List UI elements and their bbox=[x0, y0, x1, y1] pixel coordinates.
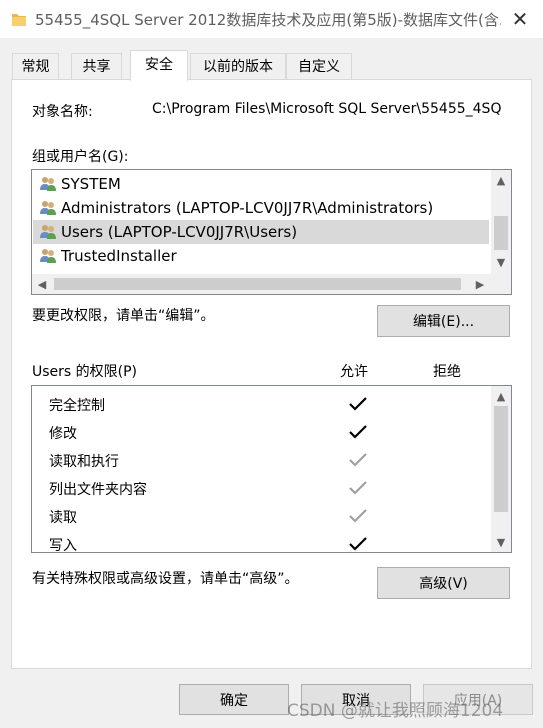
permission-row: 列出文件夹内容 bbox=[32, 474, 490, 502]
allow-column-header: 允许 bbox=[340, 364, 368, 380]
edit-button[interactable]: 编辑(E)... bbox=[377, 305, 510, 337]
scroll-up-icon[interactable]: ▲ bbox=[491, 170, 511, 190]
user-group-icon bbox=[40, 177, 56, 191]
list-item-selected[interactable]: Users (LAPTOP-LCV0JJ7R\Users) bbox=[33, 220, 489, 244]
list-item[interactable]: Administrators (LAPTOP-LCV0JJ7R\Administ… bbox=[33, 196, 489, 220]
object-name-label: 对象名称: bbox=[32, 104, 93, 120]
check-icon bbox=[349, 453, 367, 467]
scroll-right-icon[interactable]: ▶ bbox=[470, 274, 490, 294]
user-group-icon bbox=[40, 225, 56, 239]
check-icon bbox=[349, 481, 367, 495]
scroll-down-icon[interactable]: ▼ bbox=[491, 532, 511, 552]
window-title: 55455_4SQL Server 2012数据库技术及应用(第5版)-数据库文… bbox=[35, 11, 501, 29]
permission-name: 写入 bbox=[49, 538, 77, 554]
permission-row: 读取和执行 bbox=[32, 446, 490, 474]
list-item-label: TrustedInstaller bbox=[61, 247, 177, 265]
horizontal-scrollbar[interactable]: ◀ ▶ bbox=[32, 274, 491, 294]
list-item-label: SYSTEM bbox=[61, 175, 121, 193]
tab-strip: 常规 共享 安全 以前的版本 自定义 bbox=[12, 50, 532, 81]
permissions-header: Users 的权限(P) bbox=[32, 364, 138, 380]
user-group-icon bbox=[40, 249, 56, 263]
permission-name: 修改 bbox=[49, 426, 77, 442]
ok-button[interactable]: 确定 bbox=[179, 684, 289, 715]
permissions-list: 完全控制 修改 读取和执行 列出文件夹内容 读取 写入 ▲ ▼ bbox=[31, 385, 512, 554]
check-icon bbox=[349, 425, 367, 439]
permission-name: 列出文件夹内容 bbox=[49, 482, 147, 498]
permission-name: 读取和执行 bbox=[49, 454, 119, 470]
object-name-value: C:\Program Files\Microsoft SQL Server\55… bbox=[152, 101, 502, 117]
vertical-scrollbar[interactable]: ▲ ▼ bbox=[491, 170, 511, 274]
scroll-thumb[interactable] bbox=[494, 216, 508, 250]
check-icon bbox=[349, 537, 367, 551]
check-icon bbox=[349, 397, 367, 411]
scroll-corner bbox=[491, 274, 511, 294]
list-item-label: Users (LAPTOP-LCV0JJ7R\Users) bbox=[61, 223, 298, 241]
title-bar: 55455_4SQL Server 2012数据库技术及应用(第5版)-数据库文… bbox=[0, 0, 543, 38]
advanced-button[interactable]: 高级(V) bbox=[377, 567, 510, 599]
change-permissions-hint: 要更改权限，请单击“编辑”。 bbox=[32, 308, 215, 324]
permission-name: 完全控制 bbox=[49, 398, 105, 414]
vertical-scrollbar[interactable]: ▲ ▼ bbox=[491, 386, 511, 552]
list-item[interactable]: TrustedInstaller bbox=[33, 244, 489, 268]
watermark: CSDN @就让我照顾海1204 bbox=[287, 701, 504, 721]
list-item-label: Administrators (LAPTOP-LCV0JJ7R\Administ… bbox=[61, 199, 434, 217]
scroll-down-icon[interactable]: ▼ bbox=[491, 252, 511, 272]
scroll-left-icon[interactable]: ◀ bbox=[32, 274, 52, 294]
scroll-thumb[interactable] bbox=[494, 406, 508, 512]
permission-row: 完全控制 bbox=[32, 390, 490, 418]
scroll-thumb[interactable] bbox=[54, 278, 461, 290]
groups-listbox[interactable]: SYSTEM Administrators (LAPTOP-LCV0JJ7R\A… bbox=[31, 169, 512, 295]
tab-sharing[interactable]: 共享 bbox=[71, 53, 122, 80]
advanced-hint: 有关特殊权限或高级设置，请单击“高级”。 bbox=[32, 571, 299, 587]
user-group-icon bbox=[40, 201, 56, 215]
permission-row: 修改 bbox=[32, 418, 490, 446]
permission-name: 读取 bbox=[49, 510, 77, 526]
deny-column-header: 拒绝 bbox=[433, 364, 461, 380]
list-item[interactable]: SYSTEM bbox=[33, 172, 489, 196]
permission-row: 写入 bbox=[32, 530, 490, 558]
tab-previous-versions[interactable]: 以前的版本 bbox=[190, 53, 286, 80]
folder-icon bbox=[12, 14, 26, 26]
check-icon bbox=[349, 509, 367, 523]
scroll-up-icon[interactable]: ▲ bbox=[491, 386, 511, 406]
tab-customize[interactable]: 自定义 bbox=[286, 53, 352, 80]
groups-label: 组或用户名(G): bbox=[32, 149, 129, 165]
tab-general[interactable]: 常规 bbox=[12, 53, 59, 80]
tab-security[interactable]: 安全 bbox=[130, 50, 188, 81]
permission-row: 读取 bbox=[32, 502, 490, 530]
close-icon: ✕ bbox=[511, 7, 529, 31]
close-button[interactable]: ✕ bbox=[505, 6, 535, 32]
